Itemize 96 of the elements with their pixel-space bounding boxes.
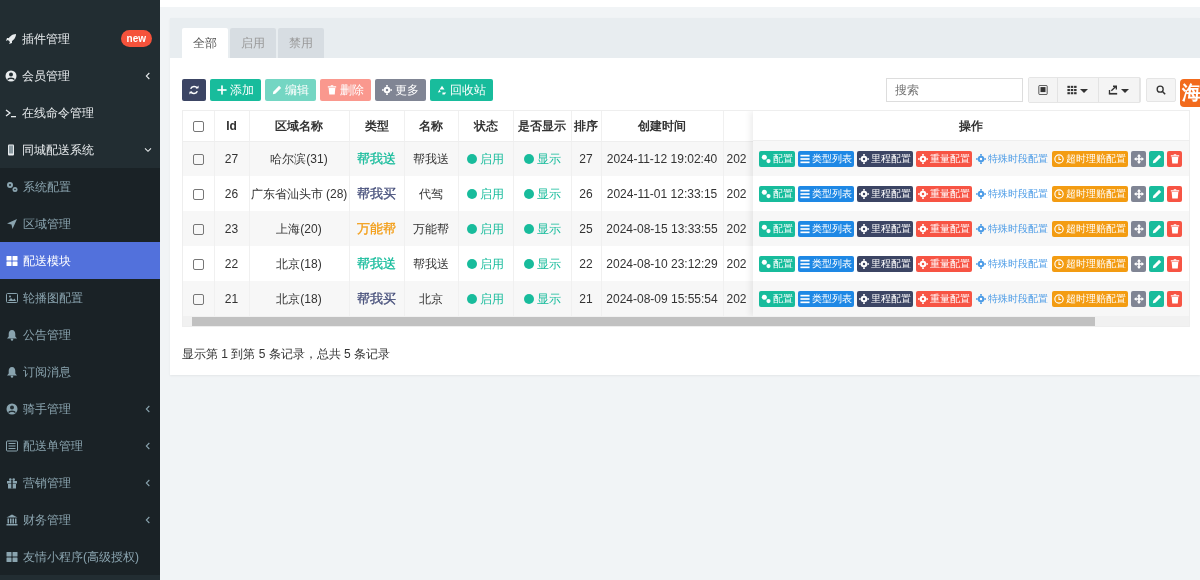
type-list-button[interactable]: 类型列表 xyxy=(798,185,854,202)
table-cell: 哈尔滨(31) xyxy=(249,141,349,176)
table-cell: 21 xyxy=(571,281,601,316)
special-period-link[interactable]: 特殊时段配置 xyxy=(975,290,1049,307)
add-button[interactable]: 添加 xyxy=(210,79,261,101)
table-cell: 上海(20) xyxy=(249,211,349,246)
timeout-claim-button[interactable]: 超时理赔配置 xyxy=(1052,255,1128,272)
weight-config-button[interactable]: 重量配置 xyxy=(916,185,972,202)
status-label: 显示 xyxy=(523,291,561,306)
recycle-bin-button[interactable]: 回收站 xyxy=(430,79,493,101)
config-button[interactable]: 配置 xyxy=(759,220,795,237)
status-label: 启用 xyxy=(467,186,504,201)
table-cell: 北京(18) xyxy=(249,281,349,316)
sidebar-item[interactable]: 插件管理 new xyxy=(0,20,160,57)
timeout-claim-button[interactable]: 超时理赔配置 xyxy=(1052,220,1128,237)
sidebar-item[interactable]: 财务管理 xyxy=(0,501,160,538)
table-cell: 帮我送 xyxy=(404,141,458,176)
sidebar-item[interactable]: 友情小程序(高级授权) xyxy=(0,538,160,575)
column-header: 操作 xyxy=(959,117,983,135)
sidebar-item[interactable]: 订阅消息 xyxy=(0,353,160,390)
type-list-button[interactable]: 类型列表 xyxy=(798,255,854,272)
floating-badge[interactable]: 海 xyxy=(1178,77,1200,109)
type-label: 帮我买 xyxy=(357,185,396,201)
mileage-config-button[interactable]: 里程配置 xyxy=(857,220,913,237)
table-cell: 万能帮 xyxy=(404,211,458,246)
status-label: 启用 xyxy=(467,291,504,306)
mileage-config-button[interactable]: 里程配置 xyxy=(857,255,913,272)
new-badge: new xyxy=(120,30,152,47)
sidebar-item[interactable]: 系统配置 xyxy=(0,168,160,205)
sidebar-item[interactable]: 轮播图配置 xyxy=(0,279,160,316)
special-period-link[interactable]: 特殊时段配置 xyxy=(975,255,1049,272)
sidebar-item[interactable]: 公告管理 xyxy=(0,316,160,353)
type-list-button[interactable]: 类型列表 xyxy=(798,290,854,307)
sidebar-item[interactable]: 在线命令管理 xyxy=(0,94,160,131)
status-label: 启用 xyxy=(467,221,504,236)
config-button[interactable]: 配置 xyxy=(759,255,795,272)
special-period-link[interactable]: 特殊时段配置 xyxy=(975,185,1049,202)
status-label: 启用 xyxy=(467,151,504,166)
sidebar-item[interactable]: 配送单管理 xyxy=(0,427,160,464)
table-cell: 23 xyxy=(214,211,249,246)
column-header: 状态 xyxy=(458,111,513,141)
type-label: 帮我送 xyxy=(357,151,396,166)
timeout-claim-button[interactable]: 超时理赔配置 xyxy=(1052,150,1128,167)
status-label: 显示 xyxy=(523,221,561,236)
status-label: 显示 xyxy=(523,256,561,271)
mileage-config-button[interactable]: 里程配置 xyxy=(857,185,913,202)
type-label: 万能帮 xyxy=(357,220,396,236)
search-field[interactable]: 搜索 xyxy=(886,78,1023,102)
column-header: Id xyxy=(214,111,249,141)
mileage-config-button[interactable]: 里程配置 xyxy=(857,150,913,167)
weight-config-button[interactable]: 重量配置 xyxy=(916,255,972,272)
sidebar-item[interactable]: 同城配送系统 xyxy=(0,131,160,168)
sidebar-item[interactable]: 配送模块 xyxy=(0,242,160,279)
mileage-config-button[interactable]: 里程配置 xyxy=(857,290,913,307)
config-button[interactable]: 配置 xyxy=(759,150,795,167)
weight-config-button[interactable]: 重量配置 xyxy=(916,290,972,307)
sidebar-item[interactable]: 会员管理 xyxy=(0,57,160,94)
table-cell: 202 xyxy=(723,281,753,316)
sidebar-item[interactable]: 骑手管理 xyxy=(0,390,160,427)
column-header: 创建时间 xyxy=(601,111,723,141)
type-label: 帮我送 xyxy=(357,255,396,271)
timeout-claim-button[interactable]: 超时理赔配置 xyxy=(1052,290,1128,307)
column-header: 区域名称 xyxy=(249,111,349,141)
type-list-button[interactable]: 类型列表 xyxy=(798,220,854,237)
type-label: 帮我买 xyxy=(357,290,396,306)
weight-config-button[interactable]: 重量配置 xyxy=(916,220,972,237)
column-header: 类型 xyxy=(349,111,404,141)
tab[interactable]: 禁用 xyxy=(278,28,324,58)
table-cell: 2024-11-12 19:02:40 xyxy=(601,141,723,176)
pagination-summary: 显示第 1 到第 5 条记录，总共 5 条记录 xyxy=(182,346,392,363)
sidebar-item[interactable]: 营销管理 xyxy=(0,464,160,501)
config-button[interactable]: 配置 xyxy=(759,185,795,202)
tab[interactable]: 启用 xyxy=(230,28,276,58)
table-cell: 202 xyxy=(723,176,753,211)
tab[interactable]: 全部 xyxy=(182,28,228,58)
special-period-link[interactable]: 特殊时段配置 xyxy=(975,220,1049,237)
special-period-link[interactable]: 特殊时段配置 xyxy=(975,150,1049,167)
timeout-claim-button[interactable]: 超时理赔配置 xyxy=(1052,185,1128,202)
table-cell: 202 xyxy=(723,211,753,246)
column-header: 排序 xyxy=(571,111,601,141)
more-button[interactable]: 更多 xyxy=(375,79,426,101)
table-cell: 21 xyxy=(214,281,249,316)
table-cell: 北京 xyxy=(404,281,458,316)
column-header: 是否显示 xyxy=(513,111,571,141)
table-cell: 25 xyxy=(571,211,601,246)
config-button[interactable]: 配置 xyxy=(759,290,795,307)
weight-config-button[interactable]: 重量配置 xyxy=(916,150,972,167)
table-cell: 2024-08-15 13:33:55 xyxy=(601,211,723,246)
status-label: 显示 xyxy=(523,186,561,201)
table-cell: 2024-08-09 15:55:54 xyxy=(601,281,723,316)
table-cell: 202 xyxy=(723,246,753,281)
column-header: 名称 xyxy=(404,111,458,141)
type-list-button[interactable]: 类型列表 xyxy=(798,150,854,167)
status-label: 显示 xyxy=(523,151,561,166)
sidebar-item[interactable]: 区域管理 xyxy=(0,205,160,242)
status-label: 启用 xyxy=(467,256,504,271)
